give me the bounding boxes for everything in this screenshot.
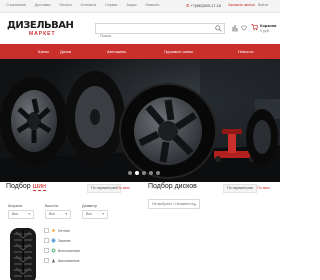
season-summer[interactable]: Летние	[44, 228, 70, 233]
cart-value: 0 руб.	[260, 29, 270, 33]
tires-title: Подбор шин	[6, 183, 47, 191]
cart-icon	[251, 24, 258, 31]
favorites-icon[interactable]	[241, 24, 247, 32]
hero-banner[interactable]	[0, 59, 280, 182]
season-winter[interactable]: Зимние	[44, 238, 71, 243]
slider-dot-active[interactable]	[135, 171, 139, 175]
tires-tab-params[interactable]: По параметрам	[87, 184, 121, 193]
top-link[interactable]: Акции	[126, 3, 136, 7]
phone-number: +7(962)500-17-18	[190, 3, 221, 8]
width-select[interactable]: Все ▼	[8, 210, 34, 219]
tires-title-prefix: Подбор	[6, 183, 33, 190]
checkbox[interactable]	[44, 248, 49, 253]
disk-param-select[interactable]: Не выбрано / Неизвестно ▼	[148, 199, 200, 209]
search-input[interactable]	[96, 31, 214, 40]
chevron-down-icon: ▼	[27, 212, 31, 216]
top-link[interactable]: Контакты	[81, 3, 97, 7]
disks-title: Подбор дисков	[148, 183, 197, 190]
logo-sub: МАРКЕТ	[29, 31, 56, 37]
chevron-down-icon: ▼	[101, 212, 105, 216]
diameter-select[interactable]: Все ▼	[82, 210, 108, 219]
phone-icon: ✆	[186, 3, 190, 8]
main-nav: Шины Диски Автошины Грузовые шины Новост…	[0, 44, 280, 59]
phone[interactable]: ✆ +7(962)500-17-18	[186, 3, 221, 8]
disk-param-select-value: Не выбрано / Неизвестно	[152, 202, 195, 206]
tires-tab-auto[interactable]: По авто	[117, 186, 130, 190]
header: ДИЗЕЛЬВАН МАРКЕТ Корзина 0 руб.	[0, 13, 280, 44]
compare-icon[interactable]	[232, 24, 238, 32]
season-studded[interactable]: Шипованные	[44, 258, 80, 263]
nav-item-tires[interactable]: Шины	[38, 49, 49, 54]
width-select-value: Все	[12, 212, 19, 216]
callback-link[interactable]: Заказать звонок	[228, 3, 255, 7]
search-box	[95, 23, 225, 40]
cart-label: Корзина	[260, 23, 277, 28]
slider-dot[interactable]	[156, 171, 160, 175]
signin-link[interactable]: Войти	[258, 3, 268, 7]
slider-dot[interactable]	[142, 171, 146, 175]
top-link[interactable]: Оплата	[59, 3, 71, 7]
season-summer-label: Летние	[58, 228, 70, 233]
height-select[interactable]: Все ▼	[45, 210, 71, 219]
tires-title-accent[interactable]: шин	[32, 183, 47, 191]
season-allseason[interactable]: Всесезонные	[44, 248, 80, 253]
slider-dot[interactable]	[128, 171, 132, 175]
allseason-icon	[51, 248, 56, 253]
season-studded-label: Шипованные	[58, 258, 80, 263]
snowflake-icon	[51, 238, 56, 243]
checkbox[interactable]	[44, 258, 49, 263]
tire-image	[10, 228, 36, 280]
stud-icon	[52, 258, 55, 263]
logo[interactable]: ДИЗЕЛЬВАН МАРКЕТ	[7, 20, 75, 40]
nav-item-disks[interactable]: Диски	[60, 49, 71, 54]
chevron-down-icon: ▼	[64, 212, 68, 216]
disks-tab-params[interactable]: По параметрам	[223, 184, 257, 193]
hero-image	[0, 59, 280, 182]
top-link[interactable]: Сервис	[105, 3, 117, 7]
nav-item-truck-tires[interactable]: Грузовые шины	[164, 49, 193, 54]
width-label: Ширина	[8, 204, 23, 208]
top-link[interactable]: Доставка	[35, 3, 50, 7]
diameter-select-value: Все	[86, 212, 93, 216]
top-bar: О компании Доставка Оплата Контакты Серв…	[0, 0, 280, 13]
season-allseason-label: Всесезонные	[58, 248, 81, 253]
sun-icon	[52, 229, 55, 232]
top-link[interactable]: Новости	[146, 3, 160, 7]
header-icons	[232, 24, 247, 32]
slider-dot[interactable]	[149, 171, 153, 175]
diameter-label: Диаметр	[82, 204, 98, 208]
search-icon[interactable]	[215, 25, 222, 32]
checkbox[interactable]	[44, 238, 49, 243]
top-nav: О компании Доставка Оплата Контакты Серв…	[6, 3, 159, 7]
nav-item-news[interactable]: Новости	[238, 49, 253, 54]
disks-tab-auto[interactable]: По авто	[257, 186, 270, 190]
chevron-down-icon: ▼	[193, 203, 197, 207]
height-select-value: Все	[49, 212, 56, 216]
height-label: Высота	[45, 204, 59, 208]
checkbox[interactable]	[44, 228, 49, 233]
logo-main: ДИЗЕЛЬВАН	[7, 20, 74, 31]
season-winter-label: Зимние	[58, 238, 71, 243]
top-link[interactable]: О компании	[6, 3, 26, 7]
slider-dots	[128, 171, 160, 175]
nav-item-autotires[interactable]: Автошины	[107, 49, 126, 54]
